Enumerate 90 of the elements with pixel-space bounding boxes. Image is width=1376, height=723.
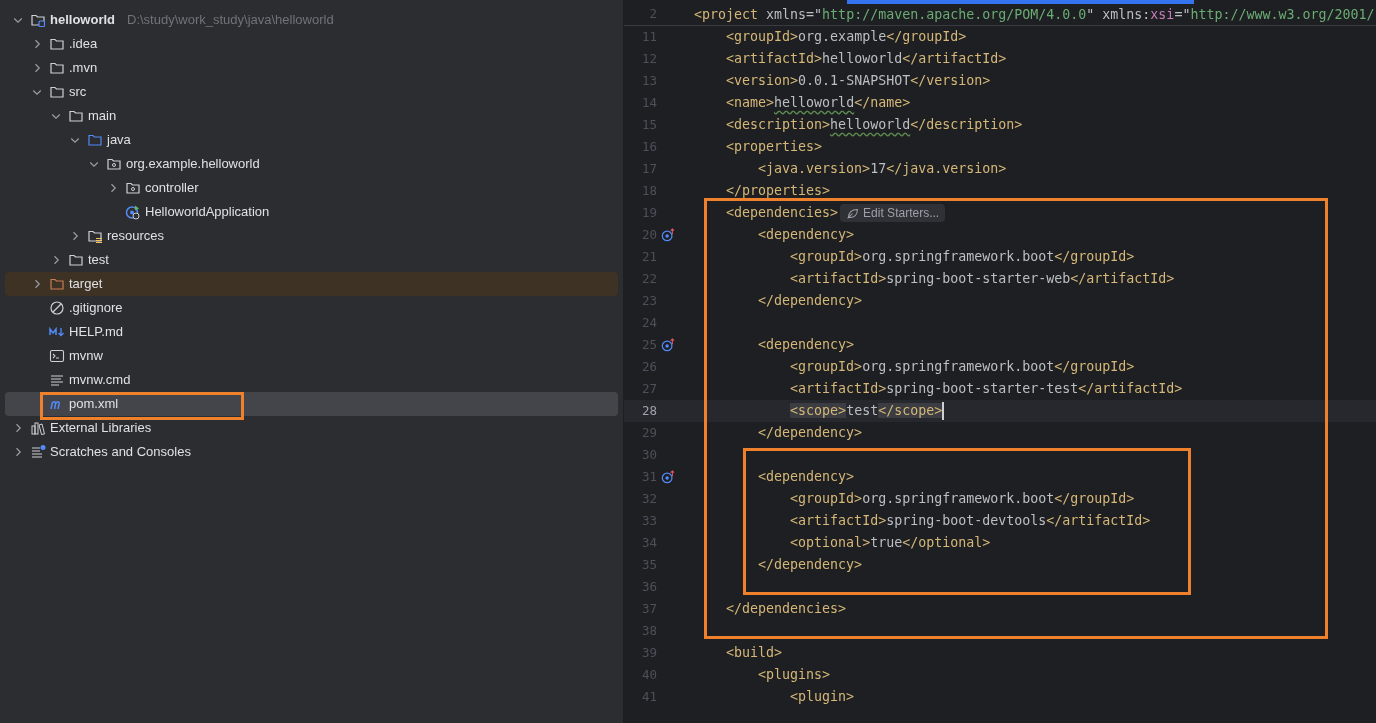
code-line: <plugin>: [789, 688, 855, 706]
code-line: <artifactId>spring-boot-starter-web</artifactId>: [789, 270, 1175, 288]
file-name[interactable]: pom.xml: [69, 394, 119, 414]
code-line: <groupId>org.springframework.boot</groupId>: [789, 490, 1135, 508]
code-line: <groupId>org.springframework.boot</groupId>: [789, 248, 1135, 266]
code-line: <groupId>org.example</groupId>: [725, 28, 967, 46]
file-name[interactable]: main: [88, 106, 117, 126]
folder-icon: [87, 132, 103, 148]
tree-row[interactable]: mvnw.cmd: [5, 368, 618, 392]
tree-row[interactable]: org.example.helloworld: [5, 152, 618, 176]
folder-icon: [49, 84, 65, 100]
file-name[interactable]: .idea: [69, 34, 98, 54]
file-name[interactable]: target: [69, 274, 103, 294]
tree-row[interactable]: External Libraries: [5, 416, 618, 440]
code-line: <scope>test</scope>: [789, 402, 943, 420]
code-line: <java.version>17</java.version>: [757, 160, 1007, 178]
code-line: <version>0.0.1-SNAPSHOT</version>: [725, 72, 991, 90]
code-line: <project xmlns="http://maven.apache.org/POM/4.0.0" xmlns:xsi="http://www.w3.org/2001/: [694, 5, 1375, 24]
tree-row[interactable]: .mvn: [5, 56, 618, 80]
folder-icon: [68, 252, 84, 268]
code-line: </dependency>: [757, 292, 863, 310]
code-line: <artifactId>helloworld</artifactId>: [725, 50, 1007, 68]
package-folder-icon: [125, 180, 141, 196]
scratch-list-icon: [30, 444, 46, 460]
tree-row[interactable]: pom.xml: [5, 392, 618, 416]
file-name[interactable]: HelloworldApplication: [145, 202, 270, 222]
folder-icon: [68, 108, 84, 124]
dependency-gutter-icon[interactable]: [661, 470, 675, 484]
tree-row[interactable]: resources: [5, 224, 618, 248]
folder-icon: [49, 276, 65, 292]
tree-row[interactable]: helloworld D:\study\work_study\java\helloworld: [5, 8, 618, 32]
package-folder-icon: [106, 156, 122, 172]
code-line: <dependency>: [757, 336, 855, 354]
code-line: </dependencies>: [725, 600, 847, 618]
folder-icon: [49, 60, 65, 76]
file-name[interactable]: HELP.md: [69, 322, 123, 342]
tree-row[interactable]: test: [5, 248, 618, 272]
file-name[interactable]: controller: [145, 178, 199, 198]
code-line: <build>: [725, 644, 783, 662]
code-line: <artifactId>spring-boot-starter-test</artifactId>: [789, 380, 1183, 398]
file-name[interactable]: java: [107, 130, 131, 150]
library-icon: [30, 420, 46, 436]
code-line: <description>helloworld</description>: [725, 116, 1023, 134]
tree-row[interactable]: HELP.md: [5, 320, 618, 344]
file-name[interactable]: .gitignore: [69, 298, 123, 318]
code-line: <dependency>: [757, 468, 855, 486]
file-name[interactable]: mvnw.cmd: [69, 370, 131, 390]
tree-row[interactable]: main: [5, 104, 618, 128]
code-line: <optional>true</optional>: [789, 534, 991, 552]
file-name[interactable]: mvnw: [69, 346, 103, 366]
folder-icon: [49, 36, 65, 52]
file-name[interactable]: org.example.helloworld: [126, 154, 260, 174]
tree-row[interactable]: mvnw: [5, 344, 618, 368]
code-line: <artifactId>spring-boot-devtools</artifactId>: [789, 512, 1151, 530]
code-line: <plugins>: [757, 666, 831, 684]
tree-row[interactable]: HelloworldApplication: [5, 200, 618, 224]
code-line: </dependency>: [757, 424, 863, 442]
no-entry-icon: [49, 300, 65, 316]
leaf-icon: [846, 206, 860, 220]
edit-starters-hint[interactable]: Edit Starters...: [840, 204, 946, 222]
tree-row[interactable]: controller: [5, 176, 618, 200]
file-name[interactable]: Scratches and Consoles: [50, 442, 191, 462]
file-name[interactable]: test: [88, 250, 109, 270]
tree-row[interactable]: .idea: [5, 32, 618, 56]
code-line: <groupId>org.springframework.boot</groupId>: [789, 358, 1135, 376]
file-name[interactable]: .mvn: [69, 58, 98, 78]
class-icon: [125, 204, 141, 220]
project-path: D:\study\work_study\java\helloworld: [127, 11, 334, 30]
file-name[interactable]: helloworld: [50, 10, 115, 30]
tree-row[interactable]: Scratches and Consoles: [5, 440, 618, 464]
file-name[interactable]: resources: [107, 226, 165, 246]
folder-icon: [87, 228, 103, 244]
dependency-gutter-icon[interactable]: [661, 338, 675, 352]
code-line: <name>helloworld</name>: [725, 94, 911, 112]
tree-row[interactable]: java: [5, 128, 618, 152]
folder-icon: [30, 12, 46, 28]
line-number: 28: [640, 401, 657, 420]
code-line: <dependencies>: [725, 204, 839, 222]
terminal-icon: [49, 348, 65, 364]
dependency-gutter-icon[interactable]: [661, 228, 675, 242]
code-line: </properties>: [725, 182, 831, 200]
tree-row[interactable]: src: [5, 80, 618, 104]
code-line: <dependency>: [757, 226, 855, 244]
tree-row[interactable]: .gitignore: [5, 296, 618, 320]
file-name[interactable]: src: [69, 82, 87, 102]
code-line: </dependency>: [757, 556, 863, 574]
text-file-icon: [49, 372, 65, 388]
code-line: <properties>: [725, 138, 823, 156]
tree-row[interactable]: target: [5, 272, 618, 296]
file-name[interactable]: External Libraries: [50, 418, 152, 438]
